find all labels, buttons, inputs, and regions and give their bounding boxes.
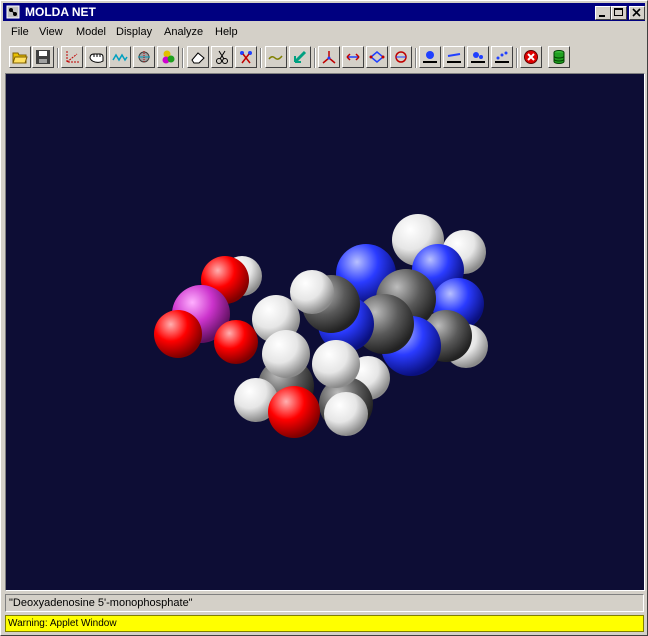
- move-button[interactable]: [289, 46, 311, 68]
- applet-warning-text: Warning: Applet Window: [8, 618, 117, 629]
- hydrogen-atom: [324, 392, 368, 436]
- cylinder-icon: [553, 50, 565, 64]
- hand-icon: [89, 53, 104, 63]
- title-bar: MOLDA NET: [3, 3, 645, 21]
- app-icon: [6, 5, 20, 19]
- eraser-icon: [191, 52, 205, 64]
- hydrogen-atom: [312, 340, 360, 388]
- measure-angle-icon: [322, 51, 336, 64]
- chain-icon: [268, 55, 283, 60]
- molecule-model[interactable]: [6, 74, 644, 590]
- oxygen-atom: [214, 320, 258, 364]
- database-button[interactable]: [548, 46, 570, 68]
- surface-button[interactable]: [467, 46, 489, 68]
- axes-button[interactable]: [61, 46, 83, 68]
- bond-label-button[interactable]: [443, 46, 465, 68]
- chain-button[interactable]: [265, 46, 287, 68]
- save-button[interactable]: [32, 46, 54, 68]
- toolbar: [3, 44, 645, 72]
- menu-bar: File View Model Display Analyze Help: [3, 23, 645, 41]
- close-icon: [632, 8, 641, 17]
- menu-help[interactable]: Help: [215, 26, 238, 38]
- axes-icon: [66, 51, 79, 63]
- open-button[interactable]: [9, 46, 31, 68]
- dihedral-icon: [369, 51, 385, 63]
- oxygen-atom: [268, 386, 320, 438]
- menu-view[interactable]: View: [39, 26, 63, 38]
- oxygen-atom: [154, 310, 202, 358]
- status-bar: "Deoxyadenosine 5'-monophosphate": [5, 594, 644, 612]
- open-folder-icon: [12, 52, 28, 64]
- surface-dots-icon: [495, 51, 509, 63]
- color-button[interactable]: [157, 46, 179, 68]
- hydrogen-atom: [290, 270, 334, 314]
- atom-button[interactable]: [133, 46, 155, 68]
- cut-atoms-icon: [240, 51, 252, 64]
- angle-button[interactable]: [318, 46, 340, 68]
- menu-model[interactable]: Model: [76, 26, 106, 38]
- wave-icon: [112, 53, 128, 62]
- window-title: MOLDA NET: [25, 5, 96, 19]
- menu-display[interactable]: Display: [116, 26, 152, 38]
- applet-window: MOLDA NET File View Model Display Analyz…: [0, 0, 648, 636]
- applet-warning-bar: Warning: Applet Window: [5, 615, 644, 632]
- close-button[interactable]: [629, 6, 645, 20]
- save-icon: [36, 50, 50, 64]
- atom-sphere-icon: [138, 51, 150, 63]
- minimize-icon: [599, 15, 605, 17]
- color-spheres-icon: [162, 50, 175, 64]
- molecule-viewport[interactable]: [5, 73, 645, 591]
- maximize-button[interactable]: [611, 6, 627, 20]
- eraser-button[interactable]: [187, 46, 209, 68]
- cut-bond-button[interactable]: [211, 46, 233, 68]
- rotate-icon: [395, 51, 407, 63]
- distance-button[interactable]: [342, 46, 364, 68]
- stop-button[interactable]: [520, 46, 542, 68]
- maximize-icon: [614, 8, 623, 16]
- stop-icon: [524, 50, 538, 64]
- hand-button[interactable]: [85, 46, 107, 68]
- wave-button[interactable]: [109, 46, 131, 68]
- cut-bond-icon: [216, 50, 228, 64]
- rotate-button[interactable]: [390, 46, 412, 68]
- move-arrow-icon: [293, 50, 307, 64]
- hydrogen-atom: [262, 330, 310, 378]
- bond-label-icon: [447, 53, 461, 63]
- measure-distance-icon: [346, 53, 360, 61]
- surface-dots-button[interactable]: [491, 46, 513, 68]
- cut-atoms-button[interactable]: [235, 46, 257, 68]
- menu-file[interactable]: File: [11, 26, 29, 38]
- dihedral-button[interactable]: [366, 46, 388, 68]
- atom-label-button[interactable]: [419, 46, 441, 68]
- menu-analyze[interactable]: Analyze: [164, 26, 203, 38]
- atom-label-icon: [423, 51, 437, 63]
- molecule-name: "Deoxyadenosine 5'-monophosphate": [9, 597, 193, 609]
- minimize-button[interactable]: [595, 6, 611, 20]
- atoms: [154, 214, 488, 438]
- surface-icon: [471, 52, 485, 63]
